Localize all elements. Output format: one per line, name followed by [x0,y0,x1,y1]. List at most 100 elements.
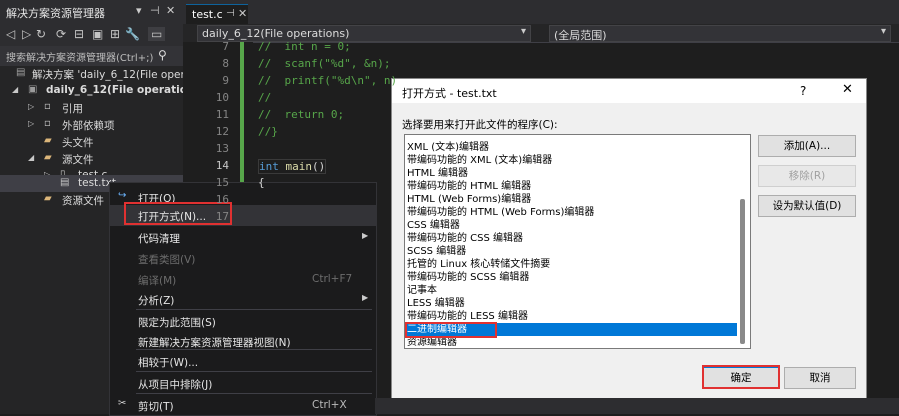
help-button[interactable]: ? [800,84,806,98]
remove-button[interactable]: 移除(R) [758,165,856,187]
context-menu: ↪ 打开(O) 打开方式(N)... 代码清理 ▶ 查看类图(V) 编译(M) Ctrl+F7… [109,182,377,416]
expand-icon[interactable]: ◢ [12,85,18,94]
menu-item[interactable]: 限定为此范围(S) [110,311,376,332]
program-list-item[interactable]: XML (文本)编辑器 [407,141,737,154]
menu-item-shortcut: Ctrl+X [312,399,347,411]
close-tab-icon[interactable]: ✕ [238,7,247,20]
search-input[interactable]: 搜索解决方案资源管理器(Ctrl+;) [6,49,153,64]
sync-icon[interactable]: ↻ [36,27,46,41]
menu-item[interactable]: ✂ 剪切(T) Ctrl+X [110,395,376,416]
project-dropdown-label: daily_6_12(File operations) [202,27,350,40]
tree-item-label: 资源文件 [62,195,104,207]
solution-explorer-title: 解决方案资源管理器 [6,7,105,20]
line-number: 16 [215,193,229,206]
add-button[interactable]: 添加(A)... [758,135,856,157]
pin-icon[interactable]: ⊣ [150,4,160,17]
program-list-item[interactable]: 记事本 [407,284,737,297]
program-list-item[interactable]: 带编码功能的 CSS 编辑器 [407,232,737,245]
line-number: 15 [215,176,229,189]
program-list-item[interactable]: 带编码功能的 XML (文本)编辑器 [407,154,737,167]
preview-icon[interactable]: ▭ [148,27,166,41]
external-deps-icon: ▫ [44,118,51,129]
line-number: 14 [215,159,229,172]
menu-item-label: 剪切(T) [138,401,174,413]
code-line: // printf("%d\n", n) [258,74,398,87]
program-list-item[interactable]: HTML (Web Forms)编辑器 [407,193,737,206]
close-icon[interactable]: ✕ [842,82,853,97]
tree-item-label: 解决方案 'daily_6_12(File opera [32,69,192,81]
menu-item[interactable]: 相较于(W)... [110,351,376,372]
program-list-item[interactable]: 带编码功能的 SCSS 编辑器 [407,271,737,284]
project-dropdown[interactable]: daily_6_12(File operations) ▾ [197,25,531,42]
tree-item-references[interactable]: ▷ ▫ 引用 [0,100,183,117]
program-list[interactable]: XML (文本)编辑器 带编码功能的 XML (文本)编辑器 HTML 编辑器 带编码… [404,134,751,349]
text-file-icon: ▤ [60,177,70,188]
collapse-all-icon[interactable]: ⊟ [74,27,84,41]
tree-item-source-files[interactable]: ◢ ▰ 源文件 [0,151,183,168]
line-number: 17 [215,210,229,223]
project-icon: ▣ [28,84,38,95]
expand-icon[interactable]: ◢ [28,153,34,162]
scope-dropdown-label: (全局范围) [554,29,607,42]
solution-explorer-titlebar: 解决方案资源管理器 ▾ ⊣ ✕ [0,0,183,24]
code-line: // int n = 0; [258,40,351,53]
pending-changes-icon[interactable]: ⊞ [110,27,120,41]
tree-item-project[interactable]: ◢ ▣ daily_6_12(File operations) [0,83,205,100]
menu-item-label: 查看类图(V) [138,254,196,266]
program-list-item[interactable]: SCSS 编辑器 [407,245,737,258]
program-list-item[interactable]: HTML 编辑器 [407,167,737,180]
show-all-files-icon[interactable]: ▣ [92,27,103,41]
set-default-button[interactable]: 设为默认值(D) [758,195,856,217]
menu-item: 编译(M) Ctrl+F7 [110,269,376,290]
list-scrollbar-thumb[interactable] [740,199,745,344]
program-list-item[interactable]: LESS 编辑器 [407,297,737,310]
code-line: // return 0; [258,108,345,121]
tree-item-header-files[interactable]: ▰ 头文件 [0,134,183,151]
solution-explorer-search[interactable]: 搜索解决方案资源管理器(Ctrl+;) ⚲ [0,46,183,66]
menu-item[interactable]: 从项目中排除(J) [110,373,376,394]
menu-item-label: 分析(Z) [138,295,175,307]
refresh-icon[interactable]: ⟳ [56,27,66,41]
open-with-dialog: 打开方式 - test.txt ? ✕ 选择要用来打开此文件的程序(C): XM… [391,78,867,400]
code-line: //} [258,125,278,138]
tree-item-label: 外部依赖项 [62,120,115,132]
collapse-icon[interactable]: ▷ [28,119,34,128]
back-icon[interactable]: ◁ [6,27,15,41]
tree-item-external-deps[interactable]: ▷ ▫ 外部依赖项 [0,117,183,134]
references-icon: ▫ [44,101,51,112]
tree-item-solution[interactable]: ▤ 解决方案 'daily_6_12(File opera [0,66,191,83]
chevron-down-icon: ▾ [880,26,886,37]
pin-icon[interactable]: ⊣ [226,8,235,19]
chevron-down-icon: ▾ [520,26,526,37]
program-list-item[interactable]: 带编码功能的 HTML 编辑器 [407,180,737,193]
menu-item[interactable]: 代码清理 ▶ [110,227,376,248]
tab-test-c[interactable]: test.c ⊣ ✕ [186,4,248,25]
menu-item-label: 从项目中排除(J) [138,379,213,391]
search-icon[interactable]: ⚲ [158,48,167,62]
menu-item-label: 新建解决方案资源管理器视图(N) [138,337,291,349]
change-indicator [240,42,244,182]
tree-item-label: daily_6_12(File operations) [46,84,206,96]
program-list-item[interactable]: 托管的 Linux 核心转储文件摘要 [407,258,737,271]
menu-item[interactable]: 新建解决方案资源管理器视图(N) [110,331,376,352]
code-function: main [285,160,313,173]
highlight-ok-button [702,365,780,389]
close-icon[interactable]: ✕ [166,4,175,17]
line-number: 12 [215,125,229,138]
collapse-icon[interactable]: ▷ [28,102,34,111]
scope-dropdown[interactable]: (全局范围) ▾ [549,25,891,42]
code-keyword: int [259,160,279,173]
menu-item[interactable]: 分析(Z) ▶ [110,289,376,310]
cut-icon: ✂ [118,398,127,409]
cancel-button[interactable]: 取消 [784,367,856,389]
line-number: 9 [222,74,229,87]
forward-icon[interactable]: ▷ [22,27,31,41]
submenu-arrow-icon: ▶ [362,231,369,240]
properties-icon[interactable]: 🔧 [125,27,140,41]
solution-icon: ▤ [16,67,26,78]
line-number: 10 [215,91,229,104]
menu-item-label: 相较于(W)... [138,357,199,369]
program-list-item[interactable]: 带编码功能的 HTML (Web Forms)编辑器 [407,206,737,219]
dropdown-icon[interactable]: ▾ [136,4,142,17]
program-list-item[interactable]: CSS 编辑器 [407,219,737,232]
